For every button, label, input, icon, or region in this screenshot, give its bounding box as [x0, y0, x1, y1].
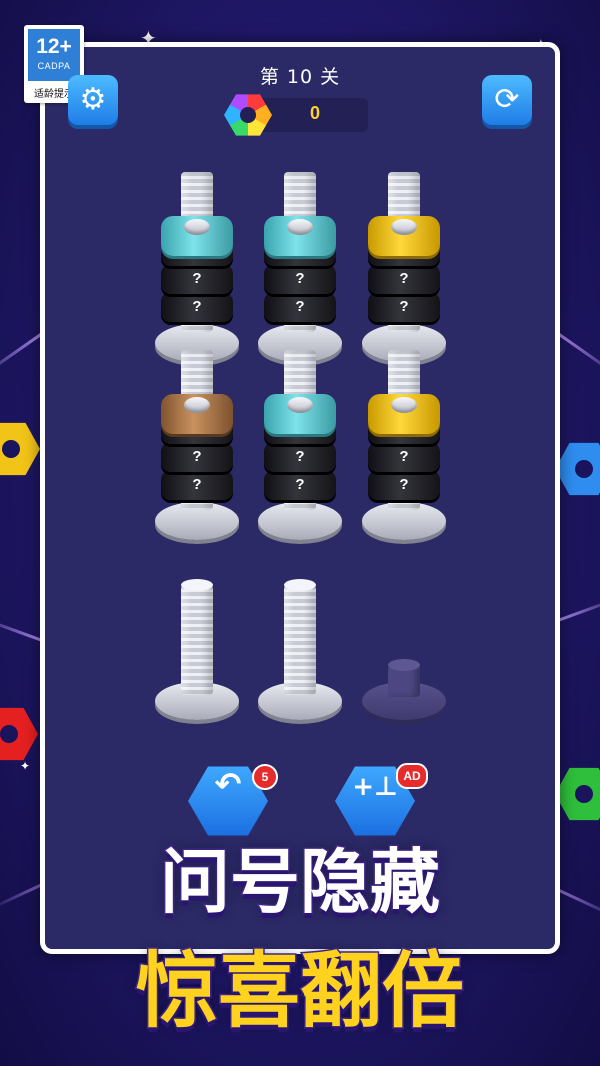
hidden-nut-label: ? [399, 448, 409, 465]
red-nut-decoration [0, 707, 38, 761]
blue-nut-decoration [555, 442, 600, 496]
empty-peg[interactable] [155, 480, 239, 720]
yellow-nut-decoration [0, 422, 40, 476]
score-value: 0 [309, 103, 320, 123]
undo-icon: ↶ [214, 765, 242, 803]
slogan-line-2: 惊喜翻倍 [134, 943, 465, 1041]
sparkle-icon: ✦ [20, 759, 31, 773]
empty-peg[interactable] [258, 480, 342, 720]
ad-badge: AD [396, 763, 428, 789]
top-nut [264, 216, 336, 256]
add-peg-icon: +⊥ [352, 772, 398, 802]
top-nut [161, 394, 233, 434]
age-rating: 12+ [36, 35, 72, 58]
top-nut [264, 394, 336, 434]
slogan-line-1: 问号隐藏 [159, 840, 442, 925]
hidden-nut-label: ? [192, 270, 202, 287]
level-title: 第 10 关 [259, 66, 341, 88]
hidden-nut-label: ? [192, 448, 202, 465]
top-nut [368, 394, 440, 434]
green-nut-decoration [555, 767, 600, 821]
undo-count-badge: 5 [252, 764, 278, 790]
hidden-nut-label: ? [295, 448, 305, 465]
top-nut [368, 216, 440, 256]
top-nut [161, 216, 233, 256]
locked-peg-slot[interactable] [362, 480, 446, 720]
hidden-nut-label: ? [399, 270, 409, 287]
hidden-nut-label: ? [295, 270, 305, 287]
